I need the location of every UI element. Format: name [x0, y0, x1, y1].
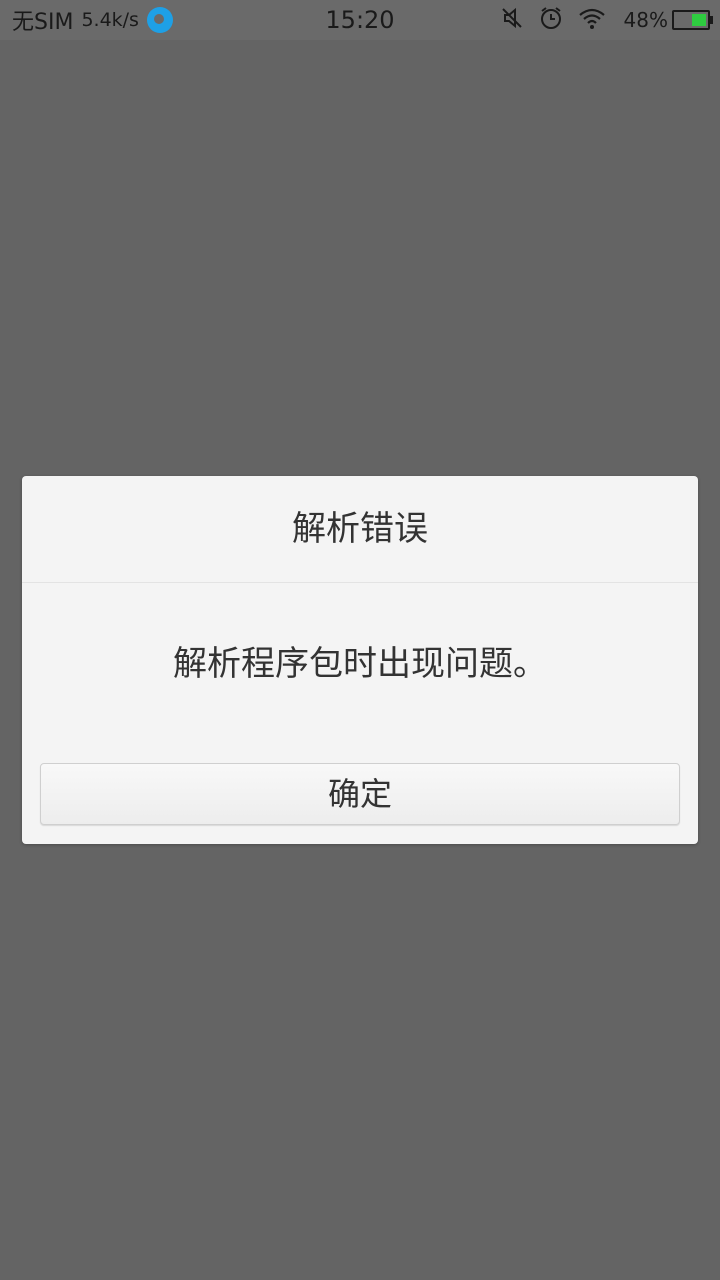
dialog-message: 解析程序包时出现问题。 — [173, 644, 547, 684]
battery-percent: 48% — [623, 8, 668, 32]
app-notification-icon — [146, 7, 173, 33]
carrier-label: 无SIM — [12, 10, 74, 35]
wifi-icon — [578, 6, 606, 34]
confirm-button[interactable]: 确定 — [40, 763, 680, 825]
status-right: 48% — [486, 0, 713, 40]
alarm-icon — [538, 5, 564, 35]
network-speed: 5.4k/s — [81, 9, 139, 31]
parse-error-dialog: 解析错误 解析程序包时出现问题。 确定 — [22, 476, 698, 844]
battery-icon — [672, 10, 713, 30]
status-left: 无SIM 5.4k/s — [12, 0, 173, 40]
battery-level — [692, 14, 706, 26]
status-bar: 无SIM 5.4k/s 15:20 48% — [0, 0, 720, 40]
dialog-title: 解析错误 — [22, 476, 698, 583]
mute-icon — [500, 6, 524, 34]
